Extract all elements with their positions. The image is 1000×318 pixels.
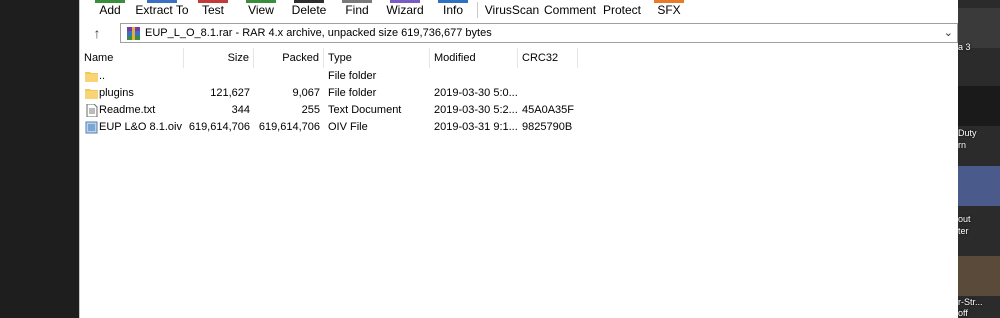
extract-to-button[interactable]: Extract To: [135, 0, 189, 20]
file-type-cell: File folder: [328, 87, 377, 99]
file-packed-cell: 255: [301, 104, 320, 116]
file-modified-cell: 2019-03-30 5:0...: [434, 87, 518, 99]
protect-button[interactable]: Protect: [598, 0, 646, 20]
file-modified-cell: 2019-03-31 9:1...: [434, 121, 518, 133]
file-type-cell: File folder: [328, 70, 377, 82]
archive-path: EUP_L_O_8.1.rar - RAR 4.x archive, unpac…: [145, 27, 492, 39]
file-name-cell: Readme.txt: [80, 102, 184, 119]
file-size-cell: [184, 68, 254, 85]
delete-button[interactable]: Delete: [286, 0, 332, 20]
desktop-shortcut-label: ter: [958, 226, 969, 236]
add-button[interactable]: Add: [88, 0, 132, 20]
column-header-packed[interactable]: Packed: [254, 48, 324, 68]
column-header-modified[interactable]: Modified: [430, 48, 518, 68]
find-button[interactable]: Find: [336, 0, 378, 20]
table-row[interactable]: .. File folder: [80, 68, 961, 85]
file-type-cell: OIV File: [328, 121, 368, 133]
file-packed-cell: 9,067: [292, 87, 320, 99]
file-type-cell: Text Document: [328, 104, 402, 116]
desktop-shortcut-label: r-Str...: [958, 297, 983, 307]
table-row[interactable]: Readme.txt 344 255 Text Document 2019-03…: [80, 102, 961, 119]
desktop-shortcut-label: out: [958, 214, 971, 224]
winrar-window: Add Extract To Test View Delete Find Wiz…: [79, 0, 961, 318]
file-packed-cell: 619,614,706: [258, 121, 320, 133]
table-row[interactable]: EUP L&O 8.1.oiv 619,614,706 619,614,706 …: [80, 119, 961, 136]
desktop-background: a 3 Duty rn out ter r-Str... off: [958, 0, 1000, 318]
file-crc-cell: 9825790B: [522, 121, 573, 133]
address-row: ↑ EUP_L_O_8.1.rar - RAR 4.x archive, unp…: [80, 21, 961, 45]
info-button[interactable]: Info: [432, 0, 474, 20]
file-crc-cell: [518, 68, 578, 85]
file-name-cell: plugins: [80, 85, 184, 102]
folder-icon: [85, 72, 98, 82]
column-headers: Name Size Packed Type Modified CRC32: [80, 48, 961, 68]
background-left-strip: [0, 0, 79, 318]
file-crc-cell: 45A0A35F: [522, 104, 574, 116]
address-bar[interactable]: EUP_L_O_8.1.rar - RAR 4.x archive, unpac…: [120, 23, 958, 43]
chevron-down-icon[interactable]: ⌄: [944, 26, 953, 39]
column-header-size[interactable]: Size: [184, 48, 254, 68]
toolbar: Add Extract To Test View Delete Find Wiz…: [80, 0, 961, 20]
up-arrow-icon[interactable]: ↑: [86, 23, 108, 43]
file-crc-cell: [518, 85, 578, 102]
sfx-button[interactable]: SFX: [648, 0, 690, 20]
oiv-file-icon: [85, 121, 98, 134]
virusscan-button[interactable]: VirusScan: [484, 0, 540, 20]
game-shortcut-icon[interactable]: [958, 256, 1000, 296]
rar-archive-icon: [127, 27, 140, 40]
file-name-cell: ..: [80, 68, 184, 85]
column-header-crc32[interactable]: CRC32: [518, 48, 578, 68]
column-header-name[interactable]: Name: [80, 48, 184, 68]
wizard-button[interactable]: Wizard: [382, 0, 428, 20]
text-file-icon: [86, 104, 98, 117]
desktop-shortcut-label: Duty: [958, 128, 977, 138]
game-shortcut-icon[interactable]: [958, 166, 1000, 206]
file-name-cell: EUP L&O 8.1.oiv: [80, 119, 184, 136]
game-shortcut-icon[interactable]: [958, 86, 1000, 126]
file-size-cell: 344: [231, 104, 250, 116]
desktop-shortcut-label: off: [958, 308, 968, 318]
comment-button[interactable]: Comment: [542, 0, 598, 20]
file-modified-cell: 2019-03-30 5:2...: [434, 104, 518, 116]
folder-icon: [85, 89, 98, 99]
desktop-shortcut-label: rn: [958, 140, 967, 150]
table-row[interactable]: plugins 121,627 9,067 File folder 2019-0…: [80, 85, 961, 102]
file-size-cell: 619,614,706: [188, 121, 250, 133]
file-size-cell: 121,627: [210, 87, 250, 99]
column-header-type[interactable]: Type: [324, 48, 430, 68]
toolbar-separator: [477, 2, 478, 18]
test-button[interactable]: Test: [192, 0, 234, 20]
file-packed-cell: [254, 68, 324, 85]
desktop-shortcut-label: a 3: [958, 42, 971, 52]
view-button[interactable]: View: [239, 0, 283, 20]
file-modified-cell: [430, 68, 518, 85]
